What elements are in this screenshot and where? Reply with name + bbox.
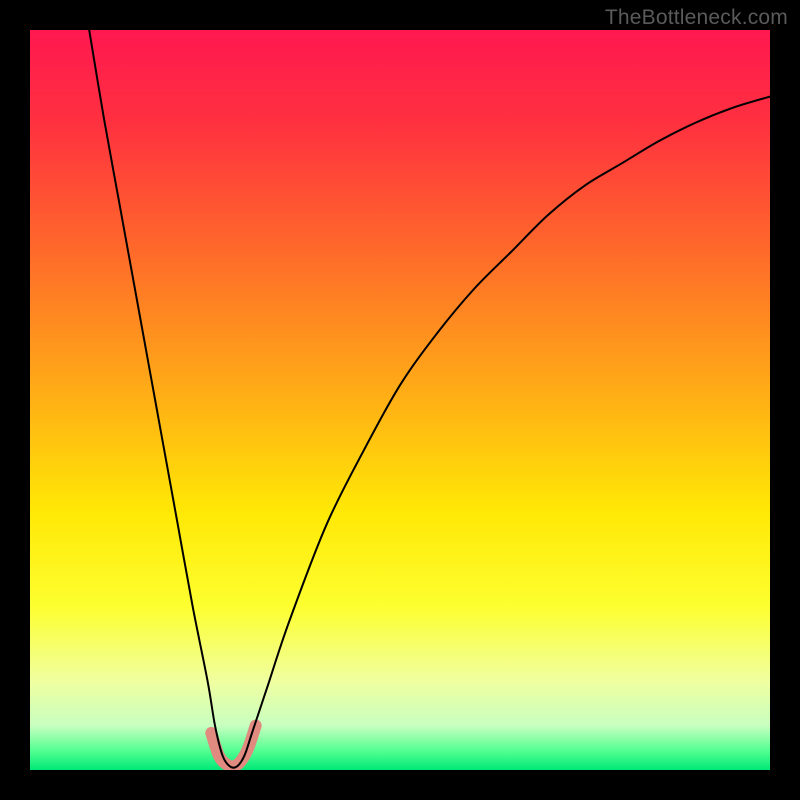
marker-band xyxy=(211,726,255,767)
plot-area xyxy=(30,30,770,770)
watermark: TheBottleneck.com xyxy=(605,6,788,30)
bottleneck-curve xyxy=(89,30,770,768)
curve-layer xyxy=(30,30,770,770)
